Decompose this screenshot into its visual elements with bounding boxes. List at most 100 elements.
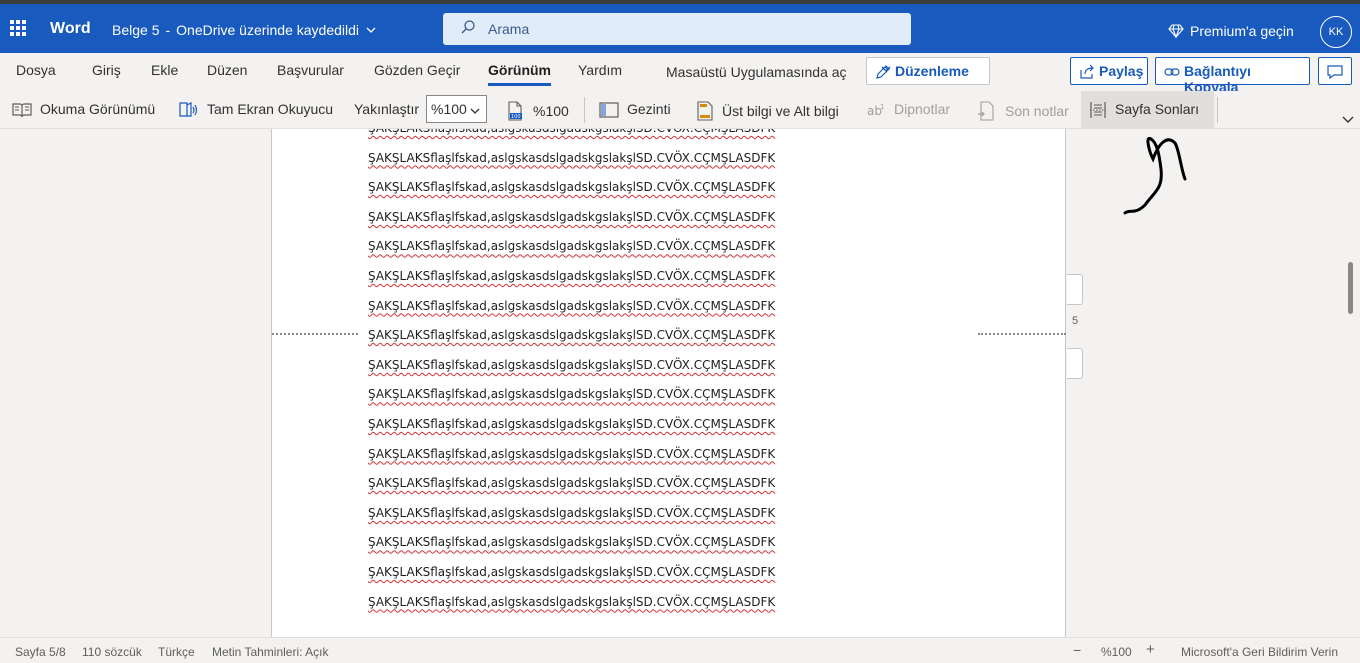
tab-basvurular[interactable]: Başvurular	[277, 62, 344, 78]
document-title[interactable]: Belge 5- OneDrive üzerinde kaydedildi	[112, 22, 376, 38]
document-canvas[interactable]: ŞAKŞLAKSflaşlfskad,aslgskasdslgadskgslak…	[0, 129, 1360, 637]
premium-button[interactable]: Premium'a geçin	[1168, 23, 1294, 39]
search-box[interactable]: Arama	[443, 13, 911, 45]
header-footer-label: Üst bilgi ve Alt bilgi	[722, 103, 839, 119]
word-count[interactable]: 110 sözcük	[82, 645, 142, 659]
ribbon-divider	[1217, 97, 1218, 123]
navigation-button[interactable]: Gezinti	[591, 91, 679, 129]
text-predictions-status[interactable]: Metin Tahminleri: Açık	[212, 645, 329, 659]
navigation-pane-icon	[599, 102, 619, 118]
endnote-icon	[978, 101, 994, 121]
header-footer-button[interactable]: Üst bilgi ve Alt bilgi	[688, 91, 847, 129]
endnotes-button[interactable]: Son notlar	[969, 91, 1077, 129]
zoom-in-button[interactable]: +	[1146, 641, 1155, 658]
page-breaks-button[interactable]: Sayfa Sonları	[1081, 91, 1214, 129]
ribbon-divider	[584, 97, 585, 123]
ribbon-expand-chevron-icon[interactable]	[1342, 115, 1354, 125]
title-bar: Word Belge 5- OneDrive üzerinde kaydedild…	[0, 0, 1360, 53]
diamond-icon	[1168, 24, 1184, 39]
page-break-line-left	[272, 333, 358, 335]
document-line[interactable]: ŞAKŞLAKSflaşlfskad,aslgskasdslgadskgslak…	[368, 180, 775, 194]
page-nav-tab-previous[interactable]	[1067, 274, 1083, 305]
document-page[interactable]: ŞAKŞLAKSflaşlfskad,aslgskasdslgadskgslak…	[271, 129, 1066, 637]
user-avatar[interactable]: KK	[1320, 16, 1352, 48]
document-line[interactable]: ŞAKŞLAKSflaşlfskad,aslgskasdslgadskgslak…	[368, 269, 775, 283]
footnotes-label: Dipnotlar	[894, 101, 951, 117]
handwritten-arrow-drawing	[1123, 136, 1187, 215]
zoom-100-label: %100	[533, 103, 569, 119]
tab-duzen[interactable]: Düzen	[207, 62, 247, 78]
tab-gorunum[interactable]: Görünüm	[488, 62, 551, 86]
search-icon	[461, 20, 475, 34]
open-desktop-app-link[interactable]: Masaüstü Uygulamasında aç	[666, 64, 847, 80]
page-breaks-icon	[1090, 102, 1106, 118]
tab-yardim[interactable]: Yardım	[578, 62, 622, 78]
immersive-reader-label: Tam Ekran Okuyucu	[207, 101, 334, 117]
page-count[interactable]: Sayfa 5/8	[15, 645, 66, 659]
tab-gozden-gecir[interactable]: Gözden Geçir	[374, 62, 460, 78]
immersive-reader-icon	[179, 102, 198, 117]
document-line[interactable]: ŞAKŞLAKSflaşlfskad,aslgskasdslgadskgslak…	[368, 387, 775, 401]
chevron-down-icon	[881, 66, 891, 72]
feedback-link[interactable]: Microsoft'a Geri Bildirim Verin	[1181, 645, 1338, 659]
app-name[interactable]: Word	[50, 20, 91, 38]
navigation-label: Gezinti	[627, 101, 671, 117]
tab-giris[interactable]: Giriş	[92, 62, 121, 78]
copy-link-button[interactable]: Bağlantıyı Kopyala	[1155, 57, 1310, 95]
document-line[interactable]: ŞAKŞLAKSflaşlfskad,aslgskasdslgadskgslak…	[368, 129, 775, 135]
document-line[interactable]: ŞAKŞLAKSflaşlfskad,aslgskasdslgadskgslak…	[368, 151, 775, 165]
document-line[interactable]: ŞAKŞLAKSflaşlfskad,aslgskasdslgadskgslak…	[368, 447, 775, 461]
footnotes-button[interactable]: ab 1 Dipnotlar	[858, 91, 958, 129]
document-line[interactable]: ŞAKŞLAKSflaşlfskad,aslgskasdslgadskgslak…	[368, 595, 775, 609]
zoom-100-button[interactable]: 100 %100	[497, 91, 577, 129]
page-break-line-right	[978, 333, 1066, 335]
header-footer-icon	[697, 101, 713, 121]
document-line[interactable]: ŞAKŞLAKSflaşlfskad,aslgskasdslgadskgslak…	[368, 210, 775, 224]
zoom-dropdown[interactable]: %100	[426, 95, 487, 123]
ribbon-tabs: Dosya Giriş Ekle Düzen Başvurular Gözden…	[0, 53, 1360, 95]
comments-button[interactable]	[1318, 57, 1352, 85]
document-name[interactable]: Belge 5	[112, 22, 159, 38]
editing-mode-button[interactable]: Düzenleme	[866, 57, 990, 85]
document-line[interactable]: ŞAKŞLAKSflaşlfskad,aslgskasdslgadskgslak…	[368, 565, 775, 579]
tab-dosya[interactable]: Dosya	[16, 62, 56, 78]
svg-text:100: 100	[511, 114, 521, 120]
endnotes-label: Son notlar	[1005, 103, 1069, 119]
page-breaks-label: Sayfa Sonları	[1115, 101, 1200, 117]
document-line[interactable]: ŞAKŞLAKSflaşlfskad,aslgskasdslgadskgslak…	[368, 535, 775, 549]
link-icon	[1164, 68, 1180, 76]
page-number-marker: 5	[1072, 315, 1079, 327]
footnote-icon: ab1	[867, 103, 884, 118]
search-placeholder: Arama	[488, 21, 530, 37]
document-line[interactable]: ŞAKŞLAKSflaşlfskad,aslgskasdslgadskgslak…	[368, 239, 775, 253]
chevron-down-icon	[366, 27, 376, 33]
zoom-label: Yakınlaştır	[354, 101, 420, 117]
tab-ekle[interactable]: Ekle	[151, 62, 178, 78]
document-line[interactable]: ŞAKŞLAKSflaşlfskad,aslgskasdslgadskgslak…	[368, 328, 775, 342]
zoom-out-button[interactable]: −	[1073, 642, 1081, 658]
book-icon	[12, 103, 32, 118]
immersive-reader-button[interactable]: Tam Ekran Okuyucu	[171, 91, 341, 129]
document-line[interactable]: ŞAKŞLAKSflaşlfskad,aslgskasdslgadskgslak…	[368, 299, 775, 313]
language-indicator[interactable]: Türkçe	[158, 645, 195, 659]
document-line[interactable]: ŞAKŞLAKSflaşlfskad,aslgskasdslgadskgslak…	[368, 506, 775, 520]
app-launcher-icon[interactable]	[10, 20, 26, 36]
zoom-level[interactable]: %100	[1101, 645, 1132, 659]
editing-mode-label: Düzenleme	[895, 63, 969, 79]
view-ribbon: Okuma Görünümü Tam Ekran Okuyucu Yakınla…	[0, 91, 1360, 129]
document-line[interactable]: ŞAKŞLAKSflaşlfskad,aslgskasdslgadskgslak…	[368, 358, 775, 372]
title-separator: -	[165, 22, 171, 38]
vertical-scrollbar-thumb[interactable]	[1348, 262, 1353, 314]
document-line[interactable]: ŞAKŞLAKSflaşlfskad,aslgskasdslgadskgslak…	[368, 417, 775, 431]
svg-text:1: 1	[880, 103, 884, 111]
page-nav-tab-next[interactable]	[1067, 348, 1083, 379]
premium-label: Premium'a geçin	[1190, 23, 1294, 39]
share-button[interactable]: Paylaş	[1070, 57, 1148, 85]
zoom-100-icon: 100	[508, 101, 522, 121]
status-bar: Sayfa 5/8 110 sözcük Türkçe Metin Tahmin…	[0, 637, 1360, 663]
reading-view-button[interactable]: Okuma Görünümü	[4, 91, 163, 129]
chevron-down-icon	[470, 108, 480, 114]
save-status[interactable]: OneDrive üzerinde kaydedildi	[176, 22, 359, 38]
reading-view-label: Okuma Görünümü	[40, 101, 156, 117]
document-line[interactable]: ŞAKŞLAKSflaşlfskad,aslgskasdslgadskgslak…	[368, 476, 775, 490]
